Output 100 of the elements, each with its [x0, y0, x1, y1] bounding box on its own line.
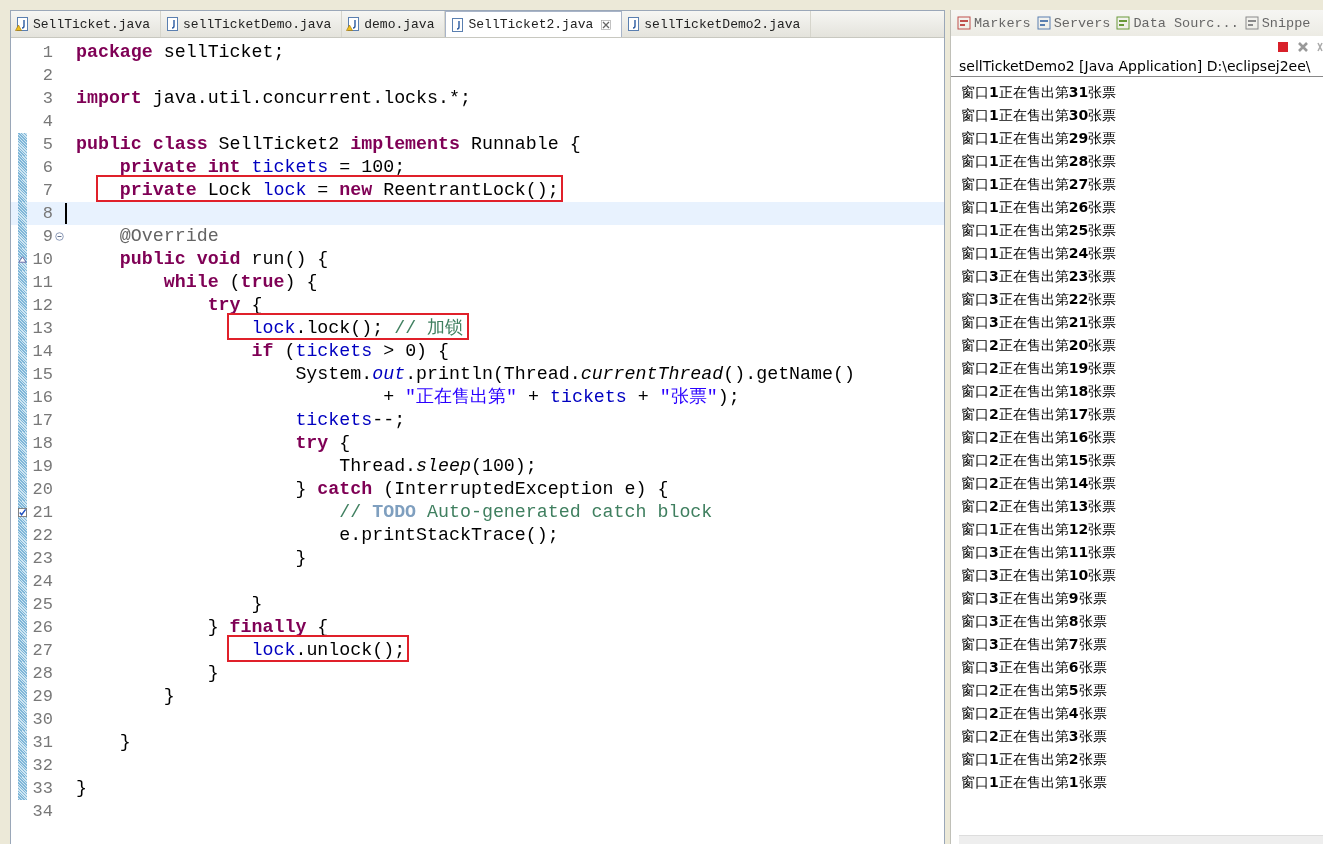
line-number: 15 — [31, 364, 53, 386]
console-output-line: 窗口1正在售出第30张票 — [961, 106, 1118, 125]
code-line: package sellTicket; — [76, 42, 285, 62]
view-tab[interactable]: Snippe — [1244, 15, 1311, 31]
console-output-line: 窗口3正在售出第11张票 — [961, 543, 1118, 562]
console-output-line: 窗口1正在售出第25张票 — [961, 221, 1118, 240]
code-line: } — [294, 548, 307, 568]
code-line: } catch (InterruptedException e) { — [294, 479, 669, 499]
code-line: // TODO Auto-generated catch block — [338, 502, 713, 522]
console-output-line: 窗口2正在售出第14张票 — [961, 474, 1118, 493]
text-cursor — [65, 203, 67, 224]
code-line: public void run() { — [118, 249, 329, 269]
view-tab[interactable]: Servers — [1036, 15, 1111, 31]
console-output-line: 窗口1正在售出第2张票 — [961, 750, 1108, 769]
editor-tab[interactable]: SellTicket2.java — [445, 11, 623, 37]
console-output-line: 窗口2正在售出第20张票 — [961, 336, 1118, 355]
line-number: 33 — [31, 778, 53, 800]
console-output-line: 窗口3正在售出第6张票 — [961, 658, 1108, 677]
code-line: lock.unlock(); — [250, 640, 406, 660]
console-output-line: 窗口1正在售出第1张票 — [961, 773, 1108, 792]
console-output-line: 窗口2正在售出第15张票 — [961, 451, 1118, 470]
remove-icon[interactable] — [1297, 41, 1309, 53]
code-line: } — [76, 778, 87, 798]
line-number: 29 — [31, 686, 53, 708]
view-icon — [1036, 16, 1051, 30]
view-icon — [1116, 16, 1131, 30]
console-output-line: 窗口3正在售出第8张票 — [961, 612, 1108, 631]
line-number: 16 — [31, 387, 53, 409]
code-line: } — [250, 594, 263, 614]
code-line: private Lock lock = new ReentrantLock(); — [118, 180, 559, 200]
line-number: 31 — [31, 732, 53, 754]
code-line: if (tickets > 0) { — [250, 341, 449, 361]
console-output-line: 窗口1正在售出第26张票 — [961, 198, 1118, 217]
line-number: 11 — [31, 272, 53, 294]
console-output-line: 窗口2正在售出第4张票 — [961, 704, 1108, 723]
view-icon — [957, 16, 971, 30]
line-number: 28 — [31, 663, 53, 685]
line-number: 20 — [31, 479, 53, 501]
line-number: 19 — [31, 456, 53, 478]
code-line: try { — [294, 433, 351, 453]
line-number: 6 — [41, 157, 53, 179]
console-output-line: 窗口2正在售出第5张票 — [961, 681, 1108, 700]
code-line: + "正在售出第" + tickets + "张票"); — [382, 387, 740, 407]
console-output-line: 窗口3正在售出第10张票 — [961, 566, 1118, 585]
line-number: 13 — [31, 318, 53, 340]
line-number: 18 — [31, 433, 53, 455]
code-line: lock.lock(); // 加锁 — [250, 318, 464, 338]
view-tab[interactable]: Markers — [957, 15, 1031, 31]
line-number: 24 — [31, 571, 53, 593]
terminate-icon[interactable] — [1277, 41, 1289, 53]
line-number: 9 — [41, 226, 53, 248]
line-number: 4 — [41, 111, 53, 133]
line-number: 34 — [31, 801, 53, 823]
console-output-line: 窗口3正在售出第7张票 — [961, 635, 1108, 654]
horizontal-scrollbar[interactable] — [959, 835, 1323, 844]
console-output-line: 窗口2正在售出第13张票 — [961, 497, 1118, 516]
collapse-icon[interactable] — [54, 232, 64, 241]
line-number: 25 — [31, 594, 53, 616]
view-icon — [1244, 16, 1259, 30]
line-number: 23 — [31, 548, 53, 570]
line-number: 27 — [31, 640, 53, 662]
line-number: 3 — [41, 88, 53, 110]
line-number: 5 — [41, 134, 53, 156]
console-output-line: 窗口2正在售出第16张票 — [961, 428, 1118, 447]
code-line: System.out.println(Thread.currentThread().getName() — [294, 364, 855, 384]
code-line: } — [118, 732, 131, 752]
code-line: tickets--; — [294, 410, 406, 430]
console-output-line: 窗口3正在售出第23张票 — [961, 267, 1118, 286]
console-title: sellTicketDemo2 [Java Application] D:\eclipsej2ee\ — [951, 58, 1323, 77]
view-tab[interactable]: Data Sourc... — [1116, 15, 1239, 31]
code-line: } — [162, 686, 175, 706]
console-output-line: 窗口2正在售出第17张票 — [961, 405, 1118, 424]
line-number: 10 — [31, 249, 53, 271]
editor-tab[interactable]: sellTicketDemo.java — [161, 11, 343, 37]
console-output-line: 窗口1正在售出第24张票 — [961, 244, 1118, 263]
line-number: 8 — [41, 203, 53, 225]
code-line: private int tickets = 100; — [118, 157, 406, 177]
line-number: 26 — [31, 617, 53, 639]
code-line: } — [206, 663, 219, 683]
line-number: 14 — [31, 341, 53, 363]
console-output-line: 窗口3正在售出第22张票 — [961, 290, 1118, 309]
line-number: 12 — [31, 295, 53, 317]
code-line: @Override — [118, 226, 219, 246]
line-number: 21 — [31, 502, 53, 524]
console-output-line: 窗口1正在售出第31张票 — [961, 83, 1118, 102]
console-output-line: 窗口3正在售出第9张票 — [961, 589, 1108, 608]
line-number: 30 — [31, 709, 53, 731]
console-output-line: 窗口1正在售出第27张票 — [961, 175, 1118, 194]
console-output-line: 窗口2正在售出第19张票 — [961, 359, 1118, 378]
console-output-line: 窗口2正在售出第3张票 — [961, 727, 1108, 746]
code-line: Thread.sleep(100); — [338, 456, 537, 476]
line-number: 7 — [41, 180, 53, 202]
code-line: public class SellTicket2 implements Runnable { — [76, 134, 581, 154]
console-output-line: 窗口2正在售出第18张票 — [961, 382, 1118, 401]
code-line: e.printStackTrace(); — [338, 525, 559, 545]
console-output-line: 窗口1正在售出第29张票 — [961, 129, 1118, 148]
close-icon[interactable] — [601, 19, 612, 30]
editor-tab[interactable]: sellTicketDemo2.java — [622, 11, 812, 37]
editor-tab[interactable]: SellTicket.java — [11, 11, 162, 37]
line-number: 17 — [31, 410, 53, 432]
